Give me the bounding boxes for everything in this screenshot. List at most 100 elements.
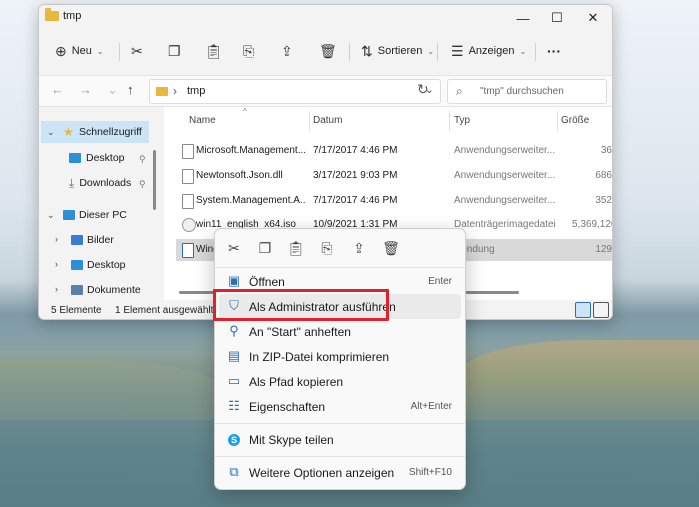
divider: [535, 43, 536, 61]
nav-label: Downloads: [79, 177, 132, 189]
column-header-date[interactable]: Datum: [313, 115, 342, 126]
nav-item-desktop-pc[interactable]: › Desktop: [41, 254, 149, 276]
menu-item-pin-to-start[interactable]: ⚲ An "Start" anheften: [219, 319, 461, 344]
nav-item-documents[interactable]: › Dokumente: [41, 279, 149, 301]
chevron-right-icon: ›: [55, 284, 58, 294]
share-icon: ⇪: [281, 42, 293, 59]
refresh-icon[interactable]: ↻: [417, 81, 429, 98]
nav-scrollbar[interactable]: [153, 150, 156, 210]
nav-label: Schnellzugriff: [79, 126, 142, 138]
menu-item-compress-zip[interactable]: ▤ In ZIP-Datei komprimieren: [219, 344, 461, 369]
zip-folder-icon: ▤: [227, 348, 241, 363]
paste-button[interactable]: 📋︎: [205, 39, 223, 63]
download-arrow-icon: ⤓: [69, 175, 75, 190]
nav-label: Dokumente: [87, 284, 141, 296]
share-icon[interactable]: ⇪: [348, 237, 370, 259]
forward-arrow-icon[interactable]: →: [79, 82, 92, 97]
desktop-icon: [69, 153, 81, 163]
file-size: 129: [595, 244, 612, 255]
menu-divider: [215, 423, 465, 424]
column-header-type[interactable]: Typ: [454, 115, 470, 126]
cut-icon[interactable]: ✂: [223, 237, 245, 259]
menu-item-label: Weitere Optionen anzeigen: [249, 466, 395, 480]
new-label: Neu: [71, 45, 92, 57]
file-size: 36: [600, 145, 612, 156]
file-type: Anwendungserweiter...: [454, 145, 556, 156]
chevron-right-icon: ›: [55, 234, 58, 244]
table-row[interactable]: System.Management.A... 7/17/2017 4:46 PM…: [176, 190, 612, 212]
menu-divider: [215, 267, 465, 268]
maximize-button[interactable]: ☐: [540, 5, 574, 31]
tiles-view-button[interactable]: [593, 302, 609, 318]
file-size: 5,369,126: [572, 219, 612, 230]
up-arrow-icon[interactable]: ↑: [127, 82, 134, 97]
file-size: 686: [595, 170, 612, 181]
disc-image-icon: [182, 218, 196, 232]
copy-icon: ❐: [168, 42, 181, 59]
column-header-name[interactable]: Name: [189, 115, 216, 126]
cut-button[interactable]: ✂: [131, 39, 143, 63]
table-row[interactable]: Microsoft.Management.... 7/17/2017 4:46 …: [176, 140, 612, 162]
clipboard-icon: 📋︎: [205, 42, 223, 59]
search-input[interactable]: ⌕ "tmp" durchsuchen: [447, 79, 607, 104]
column-header-size[interactable]: Größe: [561, 115, 589, 126]
rename-button[interactable]: ⎘: [243, 39, 254, 63]
recent-chevron-icon[interactable]: ⌄: [107, 82, 118, 98]
nav-item-desktop[interactable]: Desktop: [69, 147, 149, 169]
back-arrow-icon[interactable]: ←: [51, 82, 64, 97]
pin-icon: ⚲: [139, 179, 146, 189]
star-icon: ★: [63, 125, 74, 139]
folder-icon: [45, 8, 59, 21]
sort-label: Sortieren: [377, 45, 423, 57]
file-type: Datenträgerimagedatei: [454, 219, 556, 230]
menu-item-label: Eigenschaften: [249, 400, 326, 414]
dll-file-icon: [182, 194, 194, 209]
view-button[interactable]: ☰ Anzeigen ⌄: [451, 39, 526, 63]
nav-item-quick-access[interactable]: ⌄ ★ Schnellzugriff: [41, 121, 149, 143]
rename-icon[interactable]: ⎘: [316, 237, 338, 259]
view-list-icon: ☰: [451, 42, 464, 59]
nav-item-downloads[interactable]: ⤓ Downloads: [69, 172, 149, 194]
menu-item-copy-path[interactable]: ▭ Als Pfad kopieren: [219, 369, 461, 394]
details-view-button[interactable]: [575, 302, 591, 318]
highlight-box: [213, 289, 389, 321]
menu-item-label: In ZIP-Datei komprimieren: [249, 350, 390, 364]
chevron-right-icon: ›: [55, 259, 58, 269]
menu-item-share-skype[interactable]: S Mit Skype teilen: [219, 427, 461, 452]
pin-icon: ⚲: [139, 154, 146, 164]
nav-label: Bilder: [87, 234, 114, 246]
copy-path-icon: ▭: [227, 373, 241, 388]
wallpaper-hill: [455, 340, 699, 420]
more-options-icon: ⧉: [229, 464, 239, 479]
file-name: Newtonsoft.Json.dll: [196, 170, 283, 181]
table-row[interactable]: Newtonsoft.Json.dll 3/17/2021 9:03 PM An…: [176, 165, 612, 187]
file-name: System.Management.A...: [196, 195, 306, 206]
more-options-button[interactable]: ···: [547, 39, 561, 63]
file-size: 352: [595, 195, 612, 206]
nav-item-this-pc[interactable]: ⌄ Dieser PC: [41, 204, 149, 226]
chevron-down-icon: ⌄: [96, 46, 104, 56]
chevron-down-icon: ⌄: [47, 127, 55, 137]
chevron-right-icon: ›: [173, 84, 177, 98]
file-date: 7/17/2017 4:46 PM: [313, 145, 398, 156]
close-button[interactable]: ✕: [576, 5, 610, 31]
paste-icon[interactable]: 📋︎: [285, 237, 307, 259]
desktop-icon: [71, 260, 83, 270]
nav-item-pictures[interactable]: › Bilder: [41, 229, 149, 251]
file-date: 7/17/2017 4:46 PM: [313, 195, 398, 206]
address-bar[interactable]: › tmp ⌄: [149, 79, 441, 104]
menu-item-properties[interactable]: ☷ Eigenschaften Alt+Enter: [219, 394, 461, 419]
delete-button[interactable]: 🗑︎: [319, 39, 337, 63]
menu-item-more-options[interactable]: ⧉ Weitere Optionen anzeigen Shift+F10: [219, 460, 461, 485]
share-button[interactable]: ⇪: [281, 39, 293, 63]
menu-item-label: Mit Skype teilen: [249, 433, 334, 447]
delete-icon[interactable]: 🗑︎: [380, 237, 402, 259]
file-date: 3/17/2021 9:03 PM: [313, 170, 398, 181]
new-button[interactable]: ⊕ Neu ⌄: [55, 39, 104, 63]
minimize-button[interactable]: —: [506, 5, 540, 31]
nav-label: Desktop: [86, 152, 125, 164]
sort-button[interactable]: ⇅ Sortieren ⌄: [361, 39, 434, 63]
copy-icon[interactable]: ❐: [254, 237, 276, 259]
selection-info: 1 Element ausgewählt (1: [115, 305, 226, 316]
copy-button[interactable]: ❐: [168, 39, 181, 63]
